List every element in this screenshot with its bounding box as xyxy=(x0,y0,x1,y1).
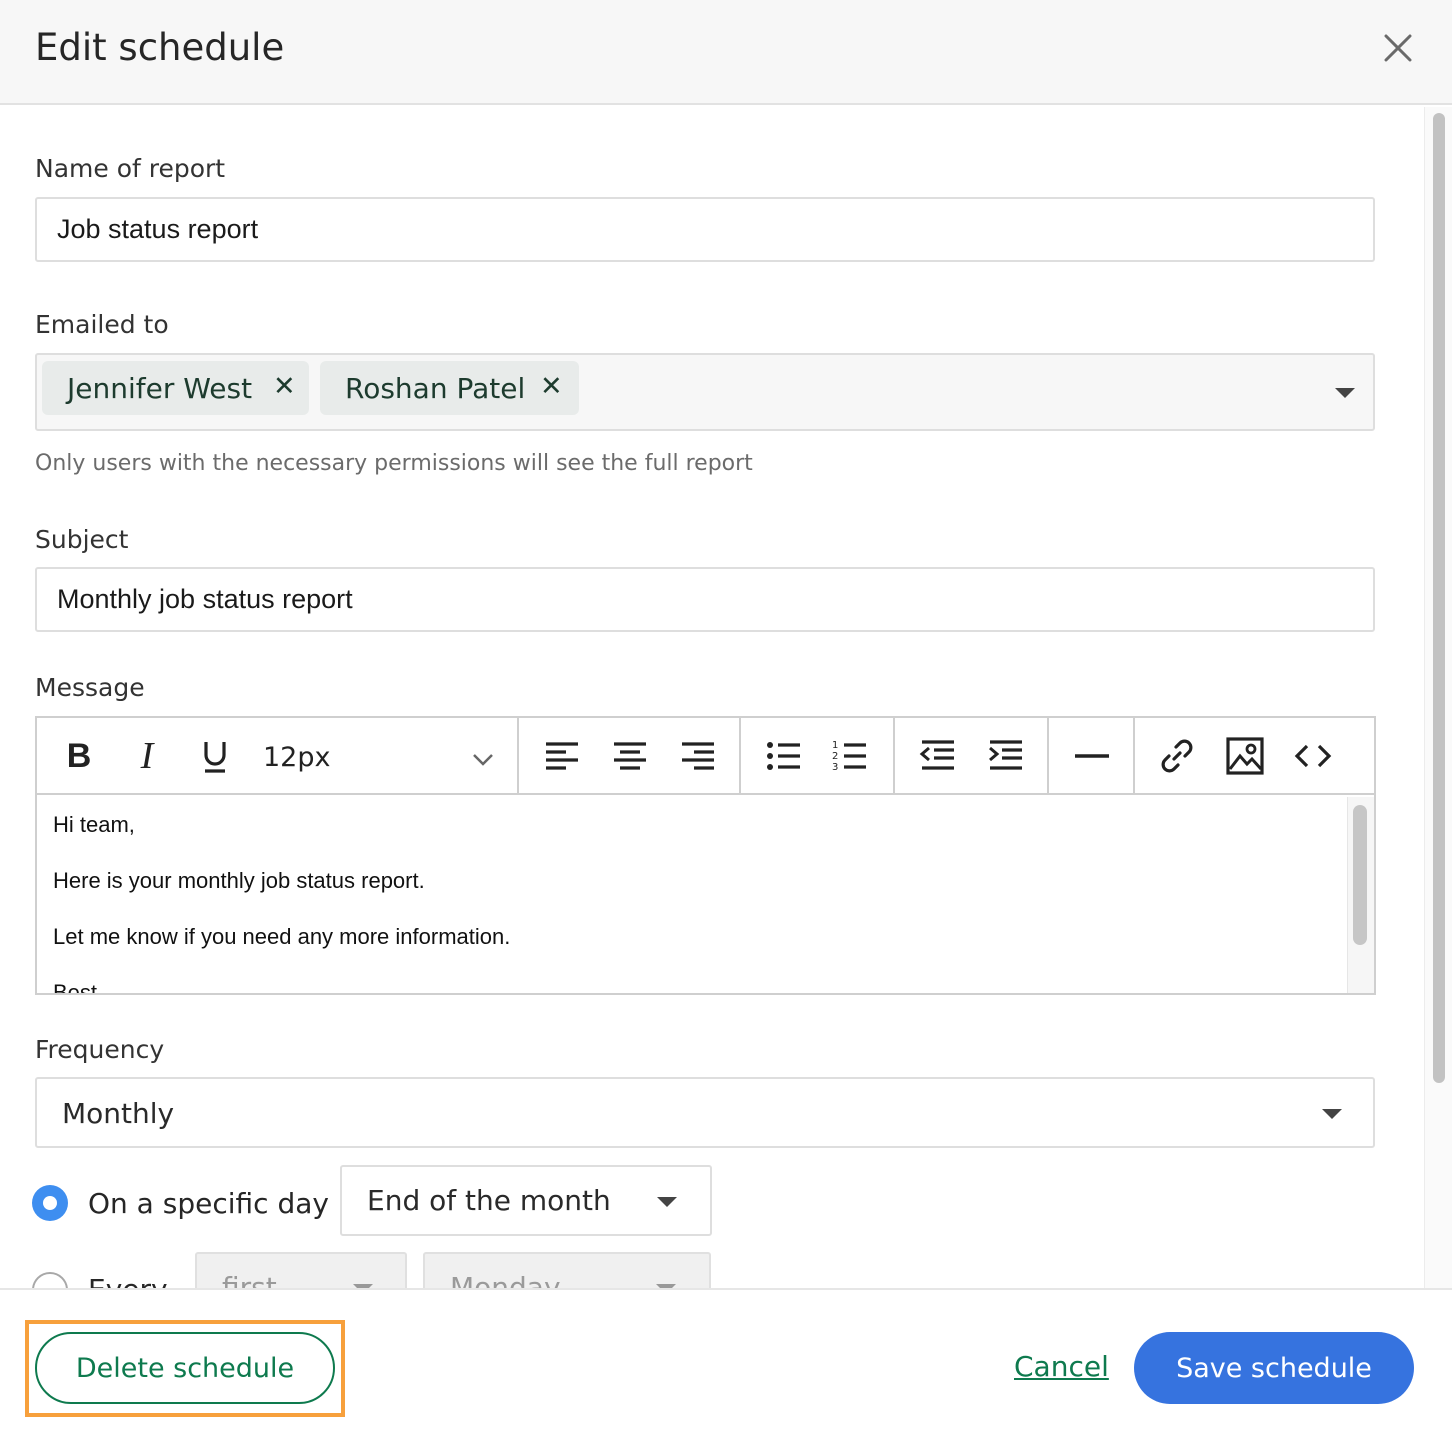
underline-icon[interactable] xyxy=(195,736,235,776)
remove-recipient-icon[interactable]: ✕ xyxy=(540,371,563,402)
recipient-chip: Jennifer West ✕ xyxy=(42,361,309,415)
editor-toolbar: B I 12px 123 xyxy=(37,718,1374,795)
specific-day-label: On a specific day xyxy=(88,1187,329,1220)
toolbar-divider xyxy=(517,718,519,795)
message-line: Let me know if you need any more informa… xyxy=(53,924,511,949)
weekday-value: Monday xyxy=(450,1271,561,1288)
dialog-scrollbar-thumb[interactable] xyxy=(1433,113,1445,1083)
message-label: Message xyxy=(35,673,145,702)
permissions-hint: Only users with the necessary permission… xyxy=(35,451,753,476)
recipient-name: Jennifer West xyxy=(67,372,253,405)
chevron-down-icon[interactable] xyxy=(1335,388,1355,398)
align-right-icon[interactable] xyxy=(678,736,718,776)
dialog-header: Edit schedule xyxy=(0,0,1452,105)
dialog-content[interactable]: Name of report Emailed to Jennifer West … xyxy=(0,107,1424,1288)
message-editor: B I 12px 123 Hi team, Here is your month… xyxy=(35,716,1376,995)
specific-day-radio[interactable] xyxy=(32,1185,68,1221)
ordinal-select[interactable]: first xyxy=(195,1252,407,1288)
cancel-link[interactable]: Cancel xyxy=(1014,1350,1109,1383)
every-radio[interactable] xyxy=(32,1272,68,1288)
recipients-select[interactable]: Jennifer West ✕ Roshan Patel ✕ xyxy=(35,353,1375,431)
emailed-to-label: Emailed to xyxy=(35,310,169,339)
outdent-icon[interactable] xyxy=(918,736,958,776)
toolbar-divider xyxy=(1133,718,1135,795)
code-icon[interactable] xyxy=(1293,736,1333,776)
frequency-value: Monthly xyxy=(62,1097,175,1130)
name-label: Name of report xyxy=(35,154,226,183)
subject-input[interactable] xyxy=(37,569,1373,630)
toolbar-divider xyxy=(1047,718,1049,795)
image-icon[interactable] xyxy=(1225,736,1265,776)
horizontal-rule-icon[interactable] xyxy=(1072,736,1112,776)
delete-schedule-button[interactable]: Delete schedule xyxy=(35,1332,335,1404)
ordinal-value: first xyxy=(222,1271,277,1288)
frequency-label: Frequency xyxy=(35,1035,165,1064)
weekday-select[interactable]: Monday xyxy=(423,1252,711,1288)
numbered-list-icon[interactable]: 123 xyxy=(830,736,870,776)
font-size-value: 12px xyxy=(263,742,331,773)
font-size-select[interactable]: 12px xyxy=(263,738,503,778)
dialog-scrollbar[interactable] xyxy=(1424,107,1452,1288)
subject-field-wrapper xyxy=(35,567,1375,632)
chevron-down-icon xyxy=(473,754,493,766)
indent-icon[interactable] xyxy=(986,736,1026,776)
every-label: Every xyxy=(88,1273,168,1288)
message-line: Hi team, xyxy=(53,812,135,837)
remove-recipient-icon[interactable]: ✕ xyxy=(273,371,296,402)
align-center-icon[interactable] xyxy=(610,736,650,776)
svg-text:3: 3 xyxy=(832,762,838,773)
close-icon[interactable] xyxy=(1378,28,1418,68)
chevron-down-icon xyxy=(657,1197,677,1207)
bullet-list-icon[interactable] xyxy=(764,736,804,776)
name-input[interactable] xyxy=(37,199,1373,260)
message-body[interactable]: Hi team, Here is your monthly job status… xyxy=(37,797,1347,993)
day-select-value: End of the month xyxy=(367,1184,611,1217)
link-icon[interactable] xyxy=(1157,736,1197,776)
dialog-title: Edit schedule xyxy=(35,26,285,69)
message-line: Here is your monthly job status report. xyxy=(53,868,425,893)
day-select[interactable]: End of the month xyxy=(340,1165,712,1236)
bold-icon[interactable]: B xyxy=(59,736,99,776)
chevron-down-icon xyxy=(1322,1109,1342,1119)
toolbar-divider xyxy=(739,718,741,795)
message-line: Best xyxy=(53,980,98,993)
editor-scrollbar[interactable] xyxy=(1347,797,1374,993)
name-field-wrapper xyxy=(35,197,1375,262)
toolbar-divider xyxy=(893,718,895,795)
recipient-chip: Roshan Patel ✕ xyxy=(320,361,579,415)
align-left-icon[interactable] xyxy=(542,736,582,776)
frequency-select[interactable]: Monthly xyxy=(35,1077,1375,1148)
italic-icon[interactable]: I xyxy=(127,736,167,776)
subject-label: Subject xyxy=(35,525,129,554)
svg-text:1: 1 xyxy=(832,740,838,751)
editor-scrollbar-thumb[interactable] xyxy=(1353,805,1367,945)
save-schedule-button[interactable]: Save schedule xyxy=(1134,1332,1414,1404)
svg-text:2: 2 xyxy=(832,751,838,762)
dialog-footer: Delete schedule Cancel Save schedule xyxy=(0,1288,1452,1442)
recipient-name: Roshan Patel xyxy=(345,372,526,405)
